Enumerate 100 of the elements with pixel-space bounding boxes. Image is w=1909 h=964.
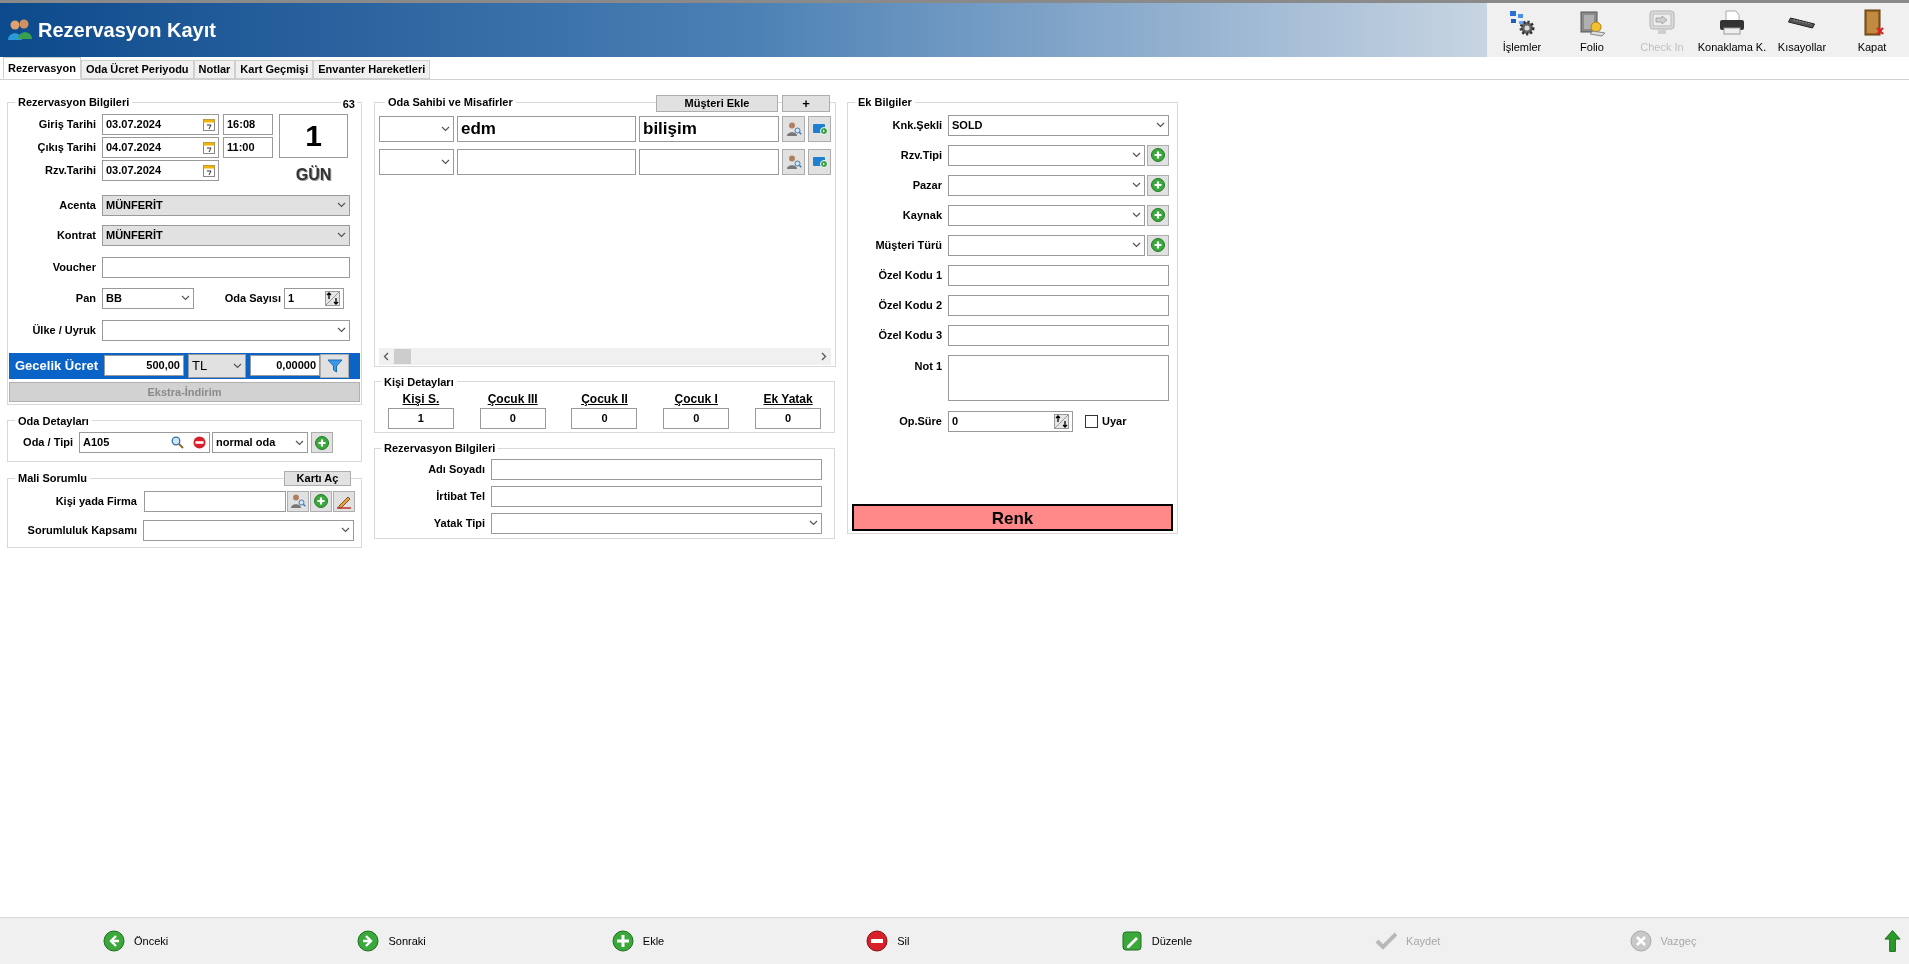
arrow-up-icon[interactable]: [1883, 929, 1901, 953]
add-button[interactable]: [1147, 204, 1169, 226]
chevron-down-icon: [1132, 242, 1141, 248]
toolbar-button[interactable]: Kısayollar: [1767, 8, 1837, 55]
spin-field[interactable]: 0: [948, 410, 1073, 432]
add-button[interactable]: [1147, 144, 1169, 166]
input-field[interactable]: [948, 294, 1169, 316]
arrow-left-icon: [103, 930, 125, 952]
card-button[interactable]: [808, 115, 831, 142]
scrollbar-thumb[interactable]: [394, 348, 411, 364]
dropdown[interactable]: [143, 519, 354, 541]
dropdown[interactable]: MÜNFERİT: [102, 224, 350, 246]
minus-icon: [193, 436, 206, 449]
chevron-down-icon: [1132, 182, 1141, 188]
add-button[interactable]: [1147, 234, 1169, 256]
dropdown[interactable]: [948, 144, 1145, 166]
filter-button[interactable]: [320, 353, 349, 378]
time-field[interactable]: 16:08: [223, 113, 273, 135]
input-field[interactable]: 0,00000: [250, 355, 320, 376]
color-button[interactable]: Renk: [852, 504, 1173, 531]
count-field[interactable]: 0: [571, 408, 638, 429]
input-field[interactable]: [491, 458, 822, 480]
dropdown[interactable]: [948, 234, 1145, 256]
count-field[interactable]: 0: [755, 408, 822, 429]
dropdown[interactable]: [948, 174, 1145, 196]
dropdown[interactable]: MÜNFERİT: [102, 194, 350, 216]
dropdown[interactable]: [379, 115, 454, 142]
calendar-icon: [203, 163, 215, 177]
dropdown[interactable]: [379, 148, 454, 175]
toolbar-button[interactable]: Kapat: [1837, 8, 1907, 55]
dropdown[interactable]: [491, 512, 822, 534]
person-search-button[interactable]: [782, 115, 805, 142]
add-row-button[interactable]: +: [782, 94, 830, 112]
checkbox-label: Uyar: [1102, 413, 1127, 429]
dropdown[interactable]: BB: [102, 287, 194, 309]
first-name-field[interactable]: [457, 148, 636, 175]
dropdown[interactable]: TL: [188, 353, 246, 378]
tab[interactable]: Kart Geçmişi: [235, 60, 314, 79]
chevron-left-icon: [383, 351, 389, 361]
tab[interactable]: Oda Ücret Periyodu: [80, 60, 194, 79]
dropdown[interactable]: SOLD: [948, 114, 1169, 136]
toolbar-button[interactable]: İşlemler: [1487, 8, 1557, 55]
field-label: Knk.Şekli: [891, 117, 943, 133]
window-title: Rezervasyon Kayıt: [38, 18, 216, 43]
plus-icon: [1151, 208, 1165, 222]
person-search-button[interactable]: [782, 148, 805, 175]
field-label: Rzv.Tipi: [899, 147, 943, 163]
field-label: Rzv.Tarihi: [44, 162, 97, 178]
text-area[interactable]: [948, 354, 1169, 401]
last-name-field[interactable]: [639, 148, 779, 175]
section-title: Oda Detayları: [17, 413, 90, 429]
last-name-field[interactable]: bilişim: [639, 115, 779, 142]
add-button[interactable]: [310, 490, 332, 512]
toolbar-button[interactable]: Ekle: [611, 930, 665, 952]
field-label: Gecelik Ücret: [14, 356, 100, 375]
add-button[interactable]: [1147, 174, 1169, 196]
toolbar-button[interactable]: Sil: [866, 930, 910, 952]
spin-field[interactable]: 1: [284, 287, 344, 309]
toolbar-button[interactable]: Önceki: [103, 930, 169, 952]
date-field[interactable]: 04.07.2024: [102, 136, 219, 158]
input-field[interactable]: [948, 324, 1169, 346]
toolbar-button[interactable]: Sonraki: [357, 930, 426, 952]
dropdown[interactable]: [102, 319, 350, 341]
section-title: Rezervasyon Bilgileri: [383, 441, 497, 456]
field-label: Ülke / Uyruk: [31, 322, 97, 338]
tab[interactable]: Envanter Hareketleri: [313, 60, 431, 79]
chevron-down-icon: [441, 158, 450, 165]
tab[interactable]: Notlar: [193, 60, 236, 79]
time-field[interactable]: 11:00: [223, 136, 273, 158]
card-button[interactable]: [808, 148, 831, 175]
dropdown[interactable]: [948, 204, 1145, 226]
input-field[interactable]: [144, 490, 286, 512]
person-search-button[interactable]: [287, 490, 309, 512]
date-field[interactable]: 03.07.2024: [102, 159, 219, 181]
card-icon: [811, 154, 828, 169]
toolbar-button[interactable]: Konaklama K.: [1697, 8, 1767, 55]
checkbox[interactable]: [1085, 414, 1098, 428]
dropdown[interactable]: normal oda: [212, 432, 308, 453]
toolbar-button[interactable]: Folio: [1557, 8, 1627, 55]
room-field[interactable]: A105: [79, 432, 210, 453]
input-field[interactable]: [102, 256, 350, 278]
open-card-button[interactable]: Kartı Aç: [284, 470, 351, 486]
input-field[interactable]: 500,00: [104, 355, 184, 376]
input-field[interactable]: [948, 264, 1169, 286]
date-field[interactable]: 03.07.2024: [102, 113, 219, 135]
search-icon: [171, 436, 184, 449]
tab[interactable]: Rezervasyon: [3, 57, 81, 79]
chevron-down-icon: [441, 125, 450, 132]
add-button[interactable]: [311, 432, 333, 453]
first-name-field[interactable]: edm: [457, 115, 636, 142]
add-customer-button[interactable]: Müşteri Ekle: [656, 94, 778, 112]
count-field[interactable]: 0: [663, 408, 730, 429]
field-label: Not 1: [913, 358, 943, 374]
safe-icon: [1577, 8, 1607, 37]
plus-icon: [1151, 178, 1165, 192]
input-field[interactable]: [491, 485, 822, 507]
count-field[interactable]: 1: [387, 408, 454, 429]
edit-button[interactable]: [333, 490, 355, 512]
toolbar-button[interactable]: Düzenle: [1120, 930, 1193, 952]
count-field[interactable]: 0: [479, 408, 546, 429]
